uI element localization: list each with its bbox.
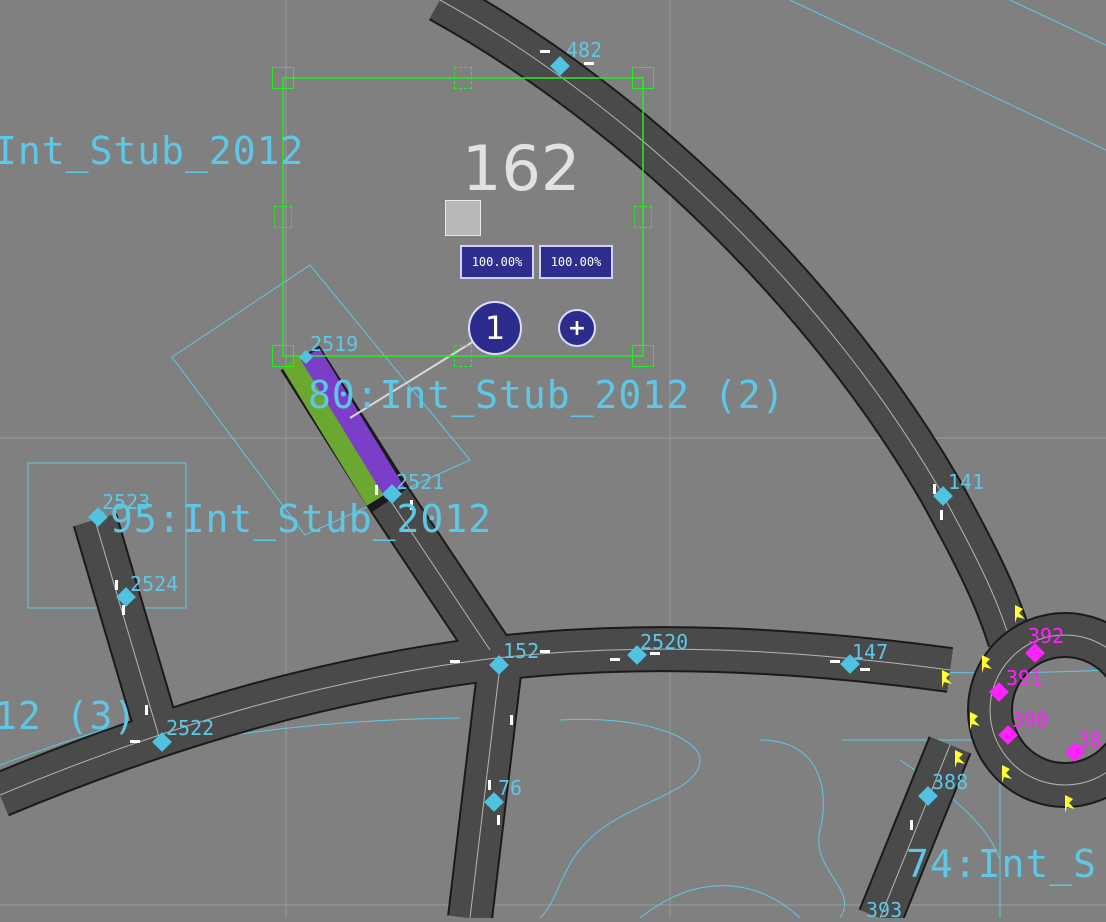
node-label: 392: [1028, 624, 1065, 648]
selection-handle-top-left[interactable]: [272, 67, 294, 89]
node-label: 390: [1012, 708, 1049, 732]
node-label: 141: [948, 470, 985, 494]
zone-label-12-3: 12 (3): [0, 694, 138, 738]
selection-handle-left[interactable]: [274, 206, 292, 228]
percent-field-right[interactable]: 100.00%: [539, 245, 613, 279]
zone-label-74-int-s: 74:Int_S: [906, 842, 1098, 886]
node-label: 391: [1006, 666, 1043, 690]
selection-handle-bottom-left[interactable]: [272, 345, 294, 367]
node-label: 482: [566, 38, 603, 62]
node-label: 2521: [396, 470, 445, 494]
selection-handle-right[interactable]: [634, 206, 652, 228]
node-label: 152: [503, 639, 540, 663]
node-label: 2523: [102, 490, 151, 514]
phase-1-button[interactable]: 1: [468, 301, 522, 355]
node-label: 2524: [130, 572, 179, 596]
node-label: 147: [852, 640, 889, 664]
selection-handle-bottom[interactable]: [454, 345, 472, 367]
node-label: 2519: [310, 332, 359, 356]
zone-label-95-int-stub-2012: 95:Int_Stub_2012: [110, 497, 493, 541]
signal-swatch[interactable]: [445, 200, 481, 236]
selection-handle-top[interactable]: [454, 67, 472, 89]
percent-field-left[interactable]: 100.00%: [460, 245, 534, 279]
node-label: 38: [1078, 728, 1103, 752]
node-label: 2522: [166, 716, 215, 740]
node-label: 2520: [640, 630, 689, 654]
zone-label-80-int-stub-2012-2: 80:Int_Stub_2012 (2): [308, 373, 786, 417]
selection-handle-bottom-right[interactable]: [632, 345, 654, 367]
node-label: 393: [866, 898, 903, 922]
zone-label-int-stub-2012-top: Int_Stub_2012: [0, 129, 305, 173]
add-phase-button[interactable]: +: [558, 309, 596, 347]
selection-handle-top-right[interactable]: [632, 67, 654, 89]
node-label: 388: [932, 770, 969, 794]
node-label: 76: [498, 776, 523, 800]
signal-value: 162: [462, 132, 581, 205]
